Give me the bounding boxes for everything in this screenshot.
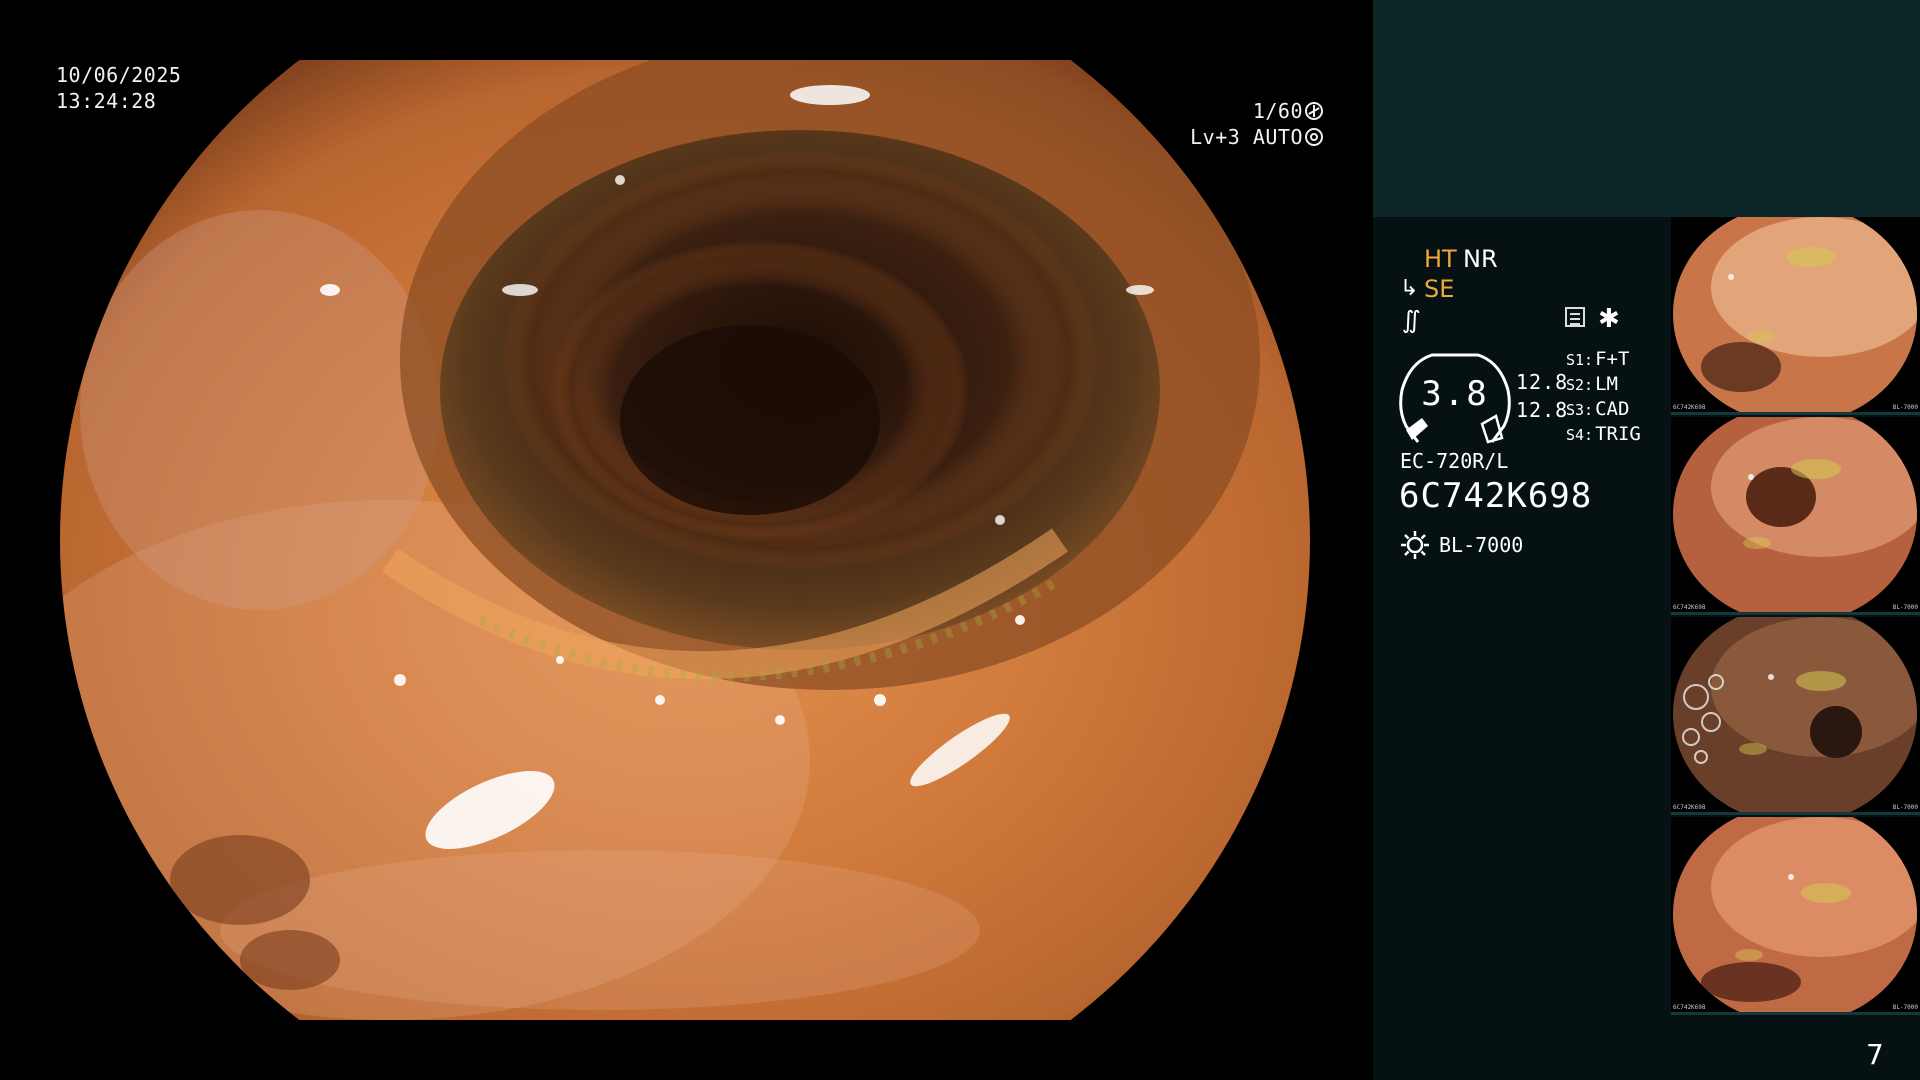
captured-image-thumbnail[interactable]: 6C742K698 BL-7000 <box>1671 417 1920 615</box>
exposure-readout: 1/60 Lv+3 AUTO <box>1190 98 1323 150</box>
switch-value: CAD <box>1595 398 1630 420</box>
memo-icon <box>1565 307 1585 327</box>
switch-value: TRIG <box>1595 423 1641 445</box>
iris-icon <box>1305 128 1323 146</box>
mode-ht-label: HT <box>1424 245 1457 273</box>
mode-se-label: SE <box>1424 275 1455 303</box>
zoom-value: 3.8 <box>1421 374 1489 414</box>
param-value-1: 12.8 <box>1516 370 1569 394</box>
switch-3: S3: CAD <box>1566 398 1629 420</box>
light-icon <box>1401 531 1429 559</box>
thumbnail-light: BL-7000 <box>1892 604 1918 611</box>
date-time-readout: 10/06/2025 13:24:28 <box>56 62 181 114</box>
captured-image-thumbnail[interactable]: 6C742K698 BL-7000 <box>1671 217 1920 415</box>
thumbnail-serial: 6C742K698 <box>1673 404 1706 411</box>
scope-serial: 6C742K698 <box>1399 476 1593 516</box>
iris-level-text: Lv+3 AUTO <box>1190 125 1303 149</box>
light-source-label: BL-7000 <box>1439 533 1524 557</box>
mode-nr-label: NR <box>1463 245 1498 273</box>
switch-value: LM <box>1595 373 1618 395</box>
switch-2: S2: LM <box>1566 373 1618 395</box>
endoscopic-view: 10/06/2025 13:24:28 1/60 Lv+3 AUTO <box>0 0 1373 1080</box>
thumbnail-light: BL-7000 <box>1892 404 1918 411</box>
time-text: 13:24:28 <box>56 89 157 113</box>
scope-model: EC-720R/L <box>1400 449 1509 473</box>
thumbnail-image <box>1673 817 1917 1015</box>
thumbnail-divider <box>1671 1012 1920 1015</box>
switch-key: S2: <box>1566 376 1594 394</box>
thumbnail-serial: 6C742K698 <box>1673 1004 1706 1011</box>
captured-image-thumbnail[interactable]: 6C742K698 BL-7000 <box>1671 817 1920 1015</box>
info-panel-header <box>1373 0 1920 217</box>
endoscopic-image <box>60 60 1310 1020</box>
shutter-icon <box>1305 102 1323 120</box>
thumbnail-light: BL-7000 <box>1892 804 1918 811</box>
param-value-2: 12.8 <box>1516 398 1569 422</box>
page-number: 7 <box>1866 1038 1884 1071</box>
thumbnail-serial: 6C742K698 <box>1673 804 1706 811</box>
thumbnail-divider <box>1671 612 1920 615</box>
switch-key: S1: <box>1566 351 1594 369</box>
date-text: 10/06/2025 <box>56 63 182 87</box>
switch-4: S4: TRIG <box>1566 423 1641 445</box>
switch-key: S4: <box>1566 426 1594 444</box>
thumbnail-image <box>1673 217 1917 415</box>
shutter-speed-text: 1/60 <box>1252 99 1303 123</box>
thumbnail-light: BL-7000 <box>1892 1004 1918 1011</box>
se-icon: ↳ <box>1400 276 1419 301</box>
captured-image-thumbnail[interactable]: 6C742K698 BL-7000 <box>1671 617 1920 815</box>
asterisk-icon: ✱ <box>1598 304 1620 334</box>
thumbnail-image <box>1673 417 1917 615</box>
switch-1: S1: F+T <box>1566 348 1629 370</box>
thumbnail-divider <box>1671 812 1920 815</box>
thumbnail-divider <box>1671 412 1920 415</box>
enhancement-icon: ∬ <box>1402 306 1421 334</box>
thumbnail-serial: 6C742K698 <box>1673 604 1706 611</box>
switch-key: S3: <box>1566 401 1594 419</box>
thumbnail-image <box>1673 617 1917 815</box>
switch-value: F+T <box>1595 348 1630 370</box>
